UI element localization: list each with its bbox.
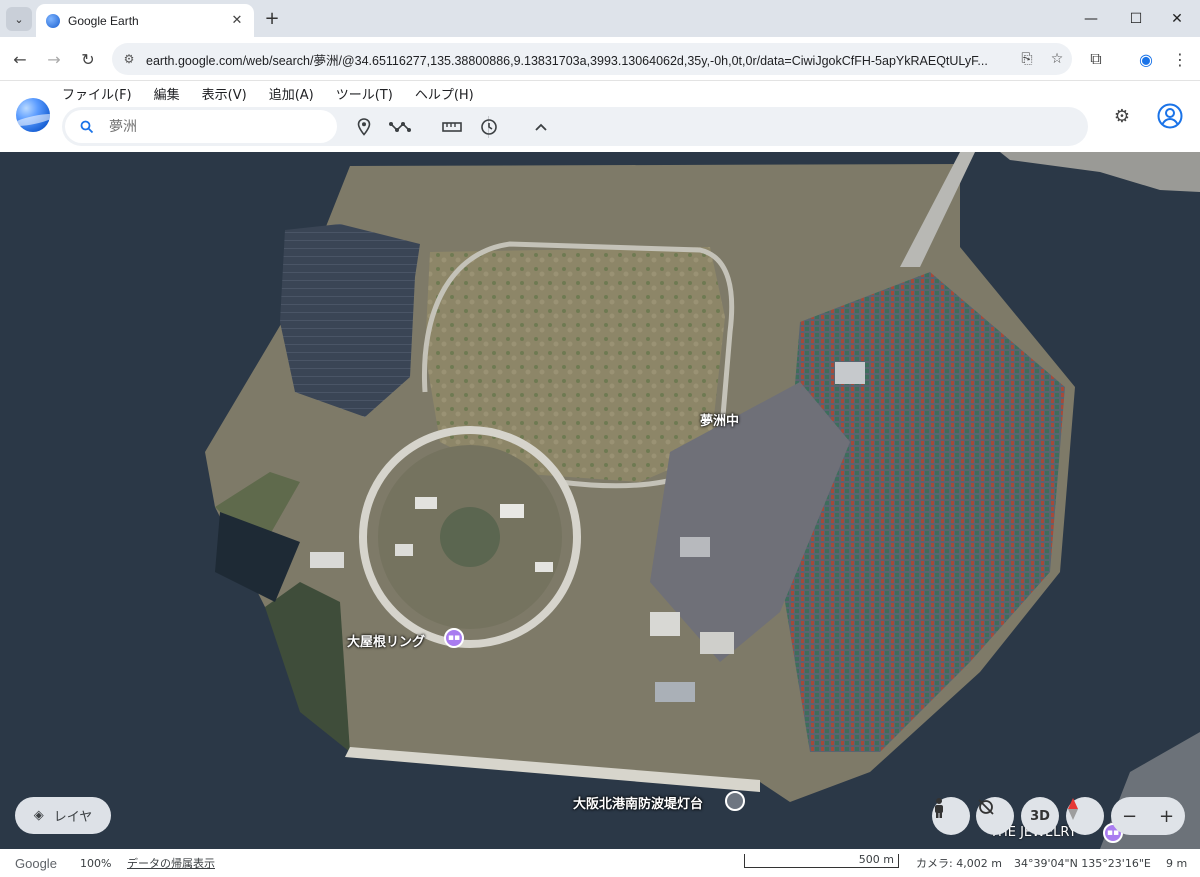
bookmark-star-icon[interactable]: ☆ bbox=[1042, 51, 1072, 67]
minimize-button[interactable]: — bbox=[1068, 0, 1114, 37]
search-panel bbox=[62, 107, 1088, 146]
zoom-control: − + bbox=[1111, 797, 1185, 835]
scale-bar: 500 m bbox=[744, 853, 899, 868]
close-tab-icon[interactable]: ✕ bbox=[228, 12, 246, 30]
label-oyane-ring[interactable]: 大屋根リング bbox=[347, 631, 425, 650]
browser-tab[interactable]: Google Earth ✕ bbox=[36, 4, 254, 37]
toggle-3d-button[interactable]: 3D bbox=[1021, 797, 1059, 835]
close-window-button[interactable]: ✕ bbox=[1154, 0, 1200, 37]
cursor-coordinates: 34°39'04"N 135°23'16"E bbox=[1014, 856, 1151, 870]
maximize-button[interactable]: ☐ bbox=[1113, 0, 1159, 37]
camera-altitude: カメラ: 4,002 m bbox=[916, 857, 1002, 870]
chrome-menu-icon[interactable]: ⋮ bbox=[1166, 45, 1194, 73]
search-input[interactable] bbox=[109, 118, 319, 135]
zoom-out-button[interactable]: − bbox=[1122, 806, 1137, 827]
settings-gear-icon[interactable]: ⚙ bbox=[1108, 102, 1136, 130]
layer-button-label: レイヤ bbox=[53, 810, 93, 825]
menu-tools[interactable]: ツール(T) bbox=[336, 84, 393, 103]
install-app-icon[interactable]: ⎘ bbox=[1012, 51, 1042, 67]
status-bar: Google 100% データの帰属表示 500 m カメラ: 4,002 m … bbox=[0, 849, 1200, 877]
map-imagery bbox=[0, 152, 1200, 849]
address-bar[interactable]: ⚙ earth.google.com/web/search/夢洲/@34.651… bbox=[112, 43, 1072, 75]
forward-button[interactable]: → bbox=[40, 45, 68, 73]
historical-imagery-icon[interactable] bbox=[477, 115, 501, 139]
menu-file[interactable]: ファイル(F) bbox=[62, 84, 132, 103]
elevation: 9 m bbox=[1166, 856, 1188, 870]
reload-button[interactable]: ↻ bbox=[74, 45, 102, 73]
pegman-icon[interactable] bbox=[932, 797, 970, 835]
new-tab-button[interactable]: + bbox=[262, 8, 282, 29]
menu-view[interactable]: 表示(V) bbox=[202, 84, 247, 103]
search-icon bbox=[65, 120, 109, 134]
label-yumeshima-naka[interactable]: 夢洲中 bbox=[700, 410, 739, 429]
lighthouse-pin-icon[interactable] bbox=[725, 791, 745, 811]
tab-search-button[interactable]: ⌄ bbox=[6, 7, 32, 31]
google-logo: Google bbox=[15, 855, 57, 871]
layers-icon: ◈ bbox=[33, 808, 44, 823]
profile-icon[interactable]: ◉ bbox=[1132, 45, 1160, 73]
compass-icon[interactable] bbox=[1066, 797, 1104, 835]
back-button[interactable]: ← bbox=[6, 45, 34, 73]
menu-help[interactable]: ヘルプ(H) bbox=[415, 84, 474, 103]
measure-ruler-icon[interactable] bbox=[440, 115, 464, 139]
site-info-icon[interactable]: ⚙ bbox=[112, 52, 146, 66]
menu-add[interactable]: 追加(A) bbox=[269, 84, 314, 103]
zoom-in-button[interactable]: + bbox=[1159, 806, 1174, 827]
poi-marker-icon[interactable]: ▪▪ bbox=[444, 628, 464, 648]
menu-edit[interactable]: 編集 bbox=[154, 84, 180, 103]
layer-button[interactable]: ◈ レイヤ bbox=[15, 797, 111, 834]
extensions-icon[interactable]: ⧉ bbox=[1082, 45, 1110, 73]
url-text[interactable]: earth.google.com/web/search/夢洲/@34.65116… bbox=[146, 50, 1012, 69]
add-placemark-icon[interactable] bbox=[352, 115, 376, 139]
label-lighthouse[interactable]: 大阪北港南防波堤灯台 bbox=[573, 793, 703, 812]
account-icon[interactable] bbox=[1156, 102, 1184, 130]
earth-favicon-icon bbox=[46, 13, 60, 28]
satellite-map[interactable]: 夢洲中 大屋根リング ▪▪ 大阪北港南防波堤灯台 ◈ レイヤ THE JEWEL… bbox=[0, 152, 1200, 849]
zoom-level: 100% bbox=[80, 856, 112, 870]
menu-bar: ファイル(F) 編集 表示(V) 追加(A) ツール(T) ヘルプ(H) bbox=[62, 84, 496, 103]
scale-label: 500 m bbox=[858, 853, 894, 866]
data-attribution-link[interactable]: データの帰属表示 bbox=[127, 855, 215, 871]
add-path-icon[interactable] bbox=[388, 115, 412, 139]
tab-title: Google Earth bbox=[68, 13, 139, 28]
reset-tilt-icon[interactable] bbox=[976, 797, 1014, 835]
earth-header: ファイル(F) 編集 表示(V) 追加(A) ツール(T) ヘルプ(H) ⚙ bbox=[0, 81, 1200, 152]
collapse-chevron-icon[interactable] bbox=[529, 115, 553, 139]
browser-toolbar: ← → ↻ ⚙ earth.google.com/web/search/夢洲/@… bbox=[0, 37, 1200, 81]
search-box[interactable] bbox=[65, 110, 337, 143]
tab-strip: ⌄ Google Earth ✕ + — ☐ ✕ bbox=[0, 0, 1200, 37]
google-earth-logo[interactable] bbox=[16, 98, 50, 132]
